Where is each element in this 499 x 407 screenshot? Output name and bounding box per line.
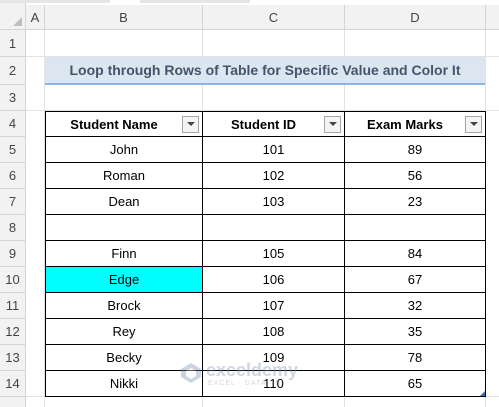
sheet-title[interactable]: Loop through Rows of Table for Specific … (45, 57, 485, 85)
column-header-c[interactable]: C (203, 5, 345, 30)
table-cell-empty[interactable] (45, 215, 203, 241)
column-header-e-partial[interactable] (486, 5, 499, 30)
table-cell[interactable]: 56 (345, 163, 486, 189)
filter-dropdown-button[interactable] (465, 115, 482, 133)
filter-dropdown-button[interactable] (324, 115, 341, 133)
row-header-10[interactable]: 10 (0, 267, 26, 293)
top-tab-shape (0, 0, 110, 3)
row-header-7[interactable]: 7 (0, 189, 26, 215)
row-header-9[interactable]: 9 (0, 241, 26, 267)
row-header-1[interactable]: 1 (0, 30, 26, 57)
table-header-exam-marks[interactable]: Exam Marks (345, 111, 486, 137)
table-cell[interactable]: Dean (45, 189, 203, 215)
chevron-down-icon (469, 122, 478, 126)
table-cell[interactable]: 106 (203, 267, 345, 293)
table-cell[interactable]: Finn (45, 241, 203, 267)
table-cell[interactable]: 65 (345, 371, 486, 397)
table-cell[interactable]: 23 (345, 189, 486, 215)
table-cell[interactable]: Rey (45, 319, 203, 345)
table-cell-empty[interactable] (345, 215, 486, 241)
table-cell-highlighted[interactable]: Edge (45, 267, 203, 293)
top-tab-shape (140, 0, 250, 3)
row-header-8[interactable]: 8 (0, 215, 26, 241)
table-cell[interactable]: 105 (203, 241, 345, 267)
table-header-student-name[interactable]: Student Name (45, 111, 203, 137)
row-header-15-partial[interactable] (0, 397, 26, 407)
select-all-triangle-icon (13, 17, 22, 26)
table-cell[interactable]: 102 (203, 163, 345, 189)
row-header-14[interactable]: 14 (0, 371, 26, 397)
table-cell[interactable]: 84 (345, 241, 486, 267)
table-resize-handle-icon[interactable] (480, 391, 485, 396)
row-header-4[interactable]: 4 (0, 111, 26, 137)
table-cell[interactable]: 35 (345, 319, 486, 345)
row-header-12[interactable]: 12 (0, 319, 26, 345)
row-header-13[interactable]: 13 (0, 345, 26, 371)
column-header-a[interactable]: A (26, 5, 45, 30)
header-label: Student Name (70, 116, 158, 132)
header-label: Student ID (231, 116, 296, 132)
table-cell[interactable]: 107 (203, 293, 345, 319)
table-cell[interactable]: Brock (45, 293, 203, 319)
header-label: Exam Marks (367, 116, 443, 132)
table-cell[interactable]: 108 (203, 319, 345, 345)
table-cell[interactable]: John (45, 137, 203, 163)
watermark-name: exceldemy (206, 360, 299, 380)
table-cell[interactable]: 89 (345, 137, 486, 163)
chevron-down-icon (328, 122, 337, 126)
table-cell[interactable]: Roman (45, 163, 203, 189)
watermark: exceldemy EXCEL · DATA · BI (180, 359, 330, 389)
column-header-d[interactable]: D (345, 5, 486, 30)
exceldemy-logo-icon (181, 363, 201, 383)
row-header-6[interactable]: 6 (0, 163, 26, 189)
select-all-corner[interactable] (0, 0, 26, 30)
table-cell[interactable]: 103 (203, 189, 345, 215)
row-header-3[interactable]: 3 (0, 85, 26, 111)
table-header-student-id[interactable]: Student ID (203, 111, 345, 137)
table-cell[interactable]: 32 (345, 293, 486, 319)
table-cell[interactable]: 101 (203, 137, 345, 163)
filter-dropdown-button[interactable] (182, 115, 199, 133)
table-cell-empty[interactable] (203, 215, 345, 241)
table-cell[interactable]: 67 (345, 267, 486, 293)
column-header-b[interactable]: B (45, 5, 203, 30)
chevron-down-icon (186, 122, 195, 126)
row-header-2[interactable]: 2 (0, 57, 26, 85)
row-header-11[interactable]: 11 (0, 293, 26, 319)
watermark-tagline: EXCEL · DATA · BI (208, 380, 284, 387)
table-cell[interactable]: 78 (345, 345, 486, 371)
row-header-5[interactable]: 5 (0, 137, 26, 163)
